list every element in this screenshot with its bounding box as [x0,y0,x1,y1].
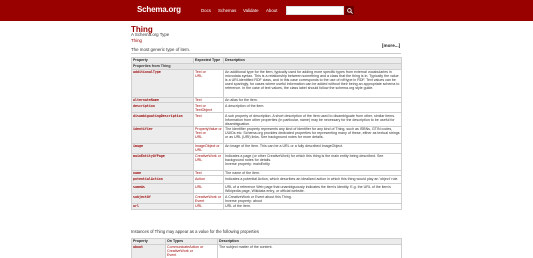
property-description: Indicates a page (or other CreativeWork)… [223,152,402,171]
property-name[interactable]: disambiguatingDescription [131,112,194,127]
nav-about[interactable]: About [266,8,277,13]
divider [131,53,401,54]
type-caption: A Schema.org Type [131,32,170,37]
property-description: The subject matter of the content. [217,243,402,258]
property-name[interactable]: about [131,243,166,258]
table-row: identifier PropertyValue or Text or URL Th… [131,125,402,144]
table-row: url URL URL of the item. [131,203,402,210]
search-button[interactable] [345,6,354,15]
expected-type[interactable]: Text or TextObject [193,102,224,114]
expected-type[interactable]: Action [193,175,224,185]
property-name[interactable]: mainEntityOfPage [131,152,194,171]
expected-type[interactable]: URL [193,203,224,210]
property-name[interactable]: additionalType [131,68,194,98]
expected-type[interactable]: CommunicateAction or CreativeWork or Eve… [165,243,218,258]
more-link[interactable]: [more...] [382,43,400,48]
top-navigation-bar: Schema.org Docs Schemas Validate About [0,0,533,21]
table-row: subjectOf CreativeWork or Event A Creative… [131,193,402,205]
property-name[interactable]: description [131,102,194,114]
property-description: A description of the item. [223,102,402,114]
nav-schemas[interactable]: Schemas [218,8,236,13]
property-description: A CreativeWork or Event about this Thing… [223,193,402,205]
nav-validate[interactable]: Validate [243,8,259,13]
expected-type[interactable]: URL [193,183,224,195]
property-description: A sub property of description. A short d… [223,112,402,127]
site-logo[interactable]: Schema.org [137,5,181,14]
property-name[interactable]: url [131,203,194,210]
breadcrumb-link-thing[interactable]: Thing [131,38,142,43]
property-name[interactable]: sameAs [131,183,194,195]
instances-caption: Instances of Thing may appear as a value… [131,229,259,234]
property-name[interactable]: potentialAction [131,175,194,185]
property-description: An image of the item. This can be a URL … [223,142,402,154]
expected-type[interactable]: CreativeWork or URL [193,152,224,171]
type-description: The most generic type of item. [131,47,191,52]
table-row: sameAs URL URL of a reference Web page tha… [131,183,402,195]
search-icon [346,7,353,14]
properties-table: Property Expected Type Description Prope… [131,57,402,210]
expected-type[interactable]: Text [193,112,224,127]
expected-type[interactable]: Text or URL [193,68,224,98]
table-row: description Text or TextObject A descripti… [131,102,402,114]
search-input[interactable] [286,6,344,15]
table-row: additionalType Text or URL An additional t… [131,68,402,98]
property-name[interactable]: image [131,142,194,154]
table-row: potentialAction Action Indicates a potenti… [131,175,402,185]
property-name[interactable]: subjectOf [131,193,194,205]
property-description: URL of the item. [223,203,402,210]
nav-docs[interactable]: Docs [201,8,211,13]
expected-type[interactable]: PropertyValue or Text or URL [193,125,224,144]
property-description: URL of a reference Web page that unambig… [223,183,402,195]
table-row: mainEntityOfPage CreativeWork or URL Indic… [131,152,402,171]
expected-type[interactable]: ImageObject or URL [193,142,224,154]
table-row: image ImageObject or URL An image of the i… [131,142,402,154]
breadcrumb: Thing [131,38,142,43]
property-description: The identifier property represents any k… [223,125,402,144]
expected-type[interactable]: CreativeWork or Event [193,193,224,205]
property-description: Indicates a potential Action, which desc… [223,175,402,185]
property-description: An additional type for the item, typical… [223,68,402,98]
property-name[interactable]: identifier [131,125,194,144]
instances-table: Property On Types Description about Commu… [131,238,402,258]
table-row: disambiguatingDescription Text A sub prope… [131,112,402,127]
table-row: about CommunicateAction or CreativeWork o… [131,243,402,258]
